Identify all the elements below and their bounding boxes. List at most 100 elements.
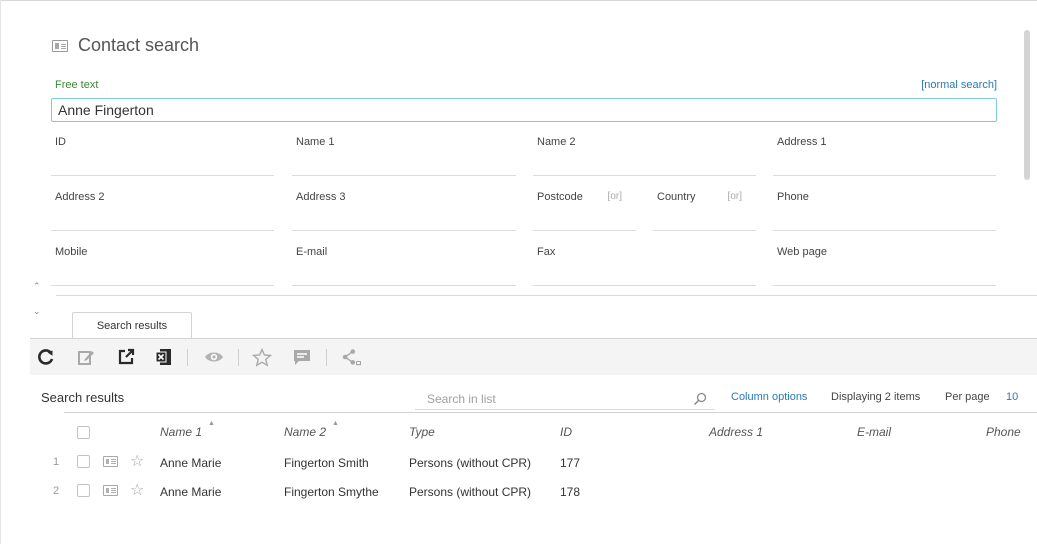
per-page-selector[interactable]: 10	[1006, 391, 1018, 403]
toolbar-separator	[187, 349, 188, 366]
contact-card-icon[interactable]	[103, 485, 118, 496]
postcode-field-label: Postcode	[537, 191, 583, 203]
postcode-or-toggle[interactable]: [or]	[608, 191, 622, 202]
name2-field[interactable]: Name 2	[533, 136, 756, 176]
cell-name2: Fingerton Smythe	[284, 485, 379, 499]
mobile-field[interactable]: Mobile	[51, 246, 274, 286]
field-underline	[773, 175, 996, 176]
select-all-checkbox[interactable]	[77, 426, 90, 439]
list-search-input[interactable]	[415, 388, 715, 410]
address3-field[interactable]: Address 3	[292, 191, 516, 231]
column-header-phone[interactable]: Phone	[986, 425, 1021, 439]
address3-field-label: Address 3	[296, 191, 346, 203]
country-or-toggle[interactable]: [or]	[728, 191, 742, 202]
sort-caret-icon: ▲	[332, 420, 339, 427]
expand-down-chevron-icon[interactable]: ⌄	[33, 306, 41, 317]
sort-caret-icon: ▲	[208, 420, 215, 427]
column-header-email[interactable]: E-mail	[857, 425, 891, 439]
cell-id: 178	[560, 485, 581, 499]
cell-name2: Fingerton Smith	[284, 456, 369, 470]
open-external-icon[interactable]	[116, 347, 136, 367]
row-checkbox[interactable]	[77, 455, 90, 468]
cell-id: 177	[560, 456, 581, 470]
field-underline	[533, 285, 756, 286]
id-field-label: ID	[55, 136, 66, 148]
fax-field[interactable]: Fax	[533, 246, 756, 286]
window-top-border	[0, 0, 1037, 1]
search-icon[interactable]	[692, 391, 708, 407]
name1-field[interactable]: Name 1	[292, 136, 516, 176]
toolbar-separator	[326, 349, 327, 366]
address1-field-label: Address 1	[777, 136, 827, 148]
field-underline	[533, 230, 636, 231]
country-field-label: Country	[657, 191, 696, 203]
cell-type: Persons (without CPR)	[409, 485, 532, 499]
row-number: 1	[53, 456, 60, 468]
country-field[interactable]: Country [or]	[653, 191, 756, 231]
free-text-input[interactable]	[51, 98, 997, 122]
postcode-field[interactable]: Postcode [or]	[533, 191, 636, 231]
field-underline	[51, 175, 274, 176]
address1-field[interactable]: Address 1	[773, 136, 996, 176]
column-header-address1[interactable]: Address 1	[709, 425, 763, 439]
message-icon[interactable]	[292, 347, 312, 367]
field-underline	[533, 175, 756, 176]
field-underline	[292, 285, 516, 286]
field-underline	[51, 230, 274, 231]
address2-field-label: Address 2	[55, 191, 105, 203]
phone-field[interactable]: Phone	[773, 191, 996, 231]
results-title: Search results	[41, 390, 125, 405]
favorite-icon[interactable]	[252, 347, 272, 367]
column-options-link[interactable]: Column options	[731, 391, 807, 403]
column-header-name1[interactable]: Name 1 ▲	[160, 420, 215, 439]
contact-card-icon[interactable]	[103, 456, 118, 467]
cell-type: Persons (without CPR)	[409, 456, 532, 470]
per-page-label: Per page	[945, 391, 990, 403]
name2-field-label: Name 2	[537, 136, 576, 148]
email-field-label: E-mail	[296, 246, 328, 258]
refresh-icon[interactable]	[36, 347, 56, 367]
phone-field-label: Phone	[777, 191, 809, 203]
field-underline	[773, 230, 996, 231]
webpage-field-label: Web page	[777, 246, 827, 258]
fax-field-label: Fax	[537, 246, 556, 258]
displaying-count: Displaying 2 items	[831, 391, 921, 403]
column-header-label: Name 1	[160, 425, 203, 439]
column-header-label: Name 2	[284, 425, 327, 439]
star-icon[interactable]: ☆	[130, 454, 144, 470]
column-header-name2[interactable]: Name 2 ▲	[284, 420, 339, 439]
tab-search-results[interactable]: Search results	[72, 312, 192, 339]
name1-field-label: Name 1	[296, 136, 335, 148]
id-field[interactable]: ID	[51, 136, 274, 176]
cell-name1: Anne Marie	[160, 456, 222, 470]
column-header-id[interactable]: ID	[560, 425, 572, 439]
panel-divider	[56, 295, 1037, 296]
window-left-border	[0, 0, 1, 544]
field-underline	[773, 285, 996, 286]
results-toolbar	[30, 339, 1037, 375]
collapse-up-chevron-icon[interactable]: ⌃	[33, 281, 41, 292]
row-number: 2	[53, 485, 60, 497]
cell-name1: Anne Marie	[160, 485, 222, 499]
address2-field[interactable]: Address 2	[51, 191, 274, 231]
results-header-divider	[64, 412, 1037, 413]
field-underline	[653, 230, 756, 231]
webpage-field[interactable]: Web page	[773, 246, 996, 286]
row-checkbox[interactable]	[77, 484, 90, 497]
column-header-type[interactable]: Type	[409, 425, 435, 439]
toolbar-separator	[238, 349, 239, 366]
share-icon[interactable]	[342, 347, 362, 367]
contact-card-icon	[52, 39, 68, 52]
panel-title-text: Contact search	[78, 35, 200, 55]
view-icon[interactable]	[204, 347, 224, 367]
star-icon[interactable]: ☆	[130, 483, 144, 499]
field-underline	[292, 230, 516, 231]
field-underline	[292, 175, 516, 176]
excel-export-icon[interactable]	[154, 347, 174, 367]
email-field[interactable]: E-mail	[292, 246, 516, 286]
normal-search-link[interactable]: [normal search]	[921, 79, 997, 91]
panel-scrollbar[interactable]	[1024, 30, 1030, 180]
mobile-field-label: Mobile	[55, 246, 88, 258]
free-text-label: Free text	[55, 79, 99, 91]
edit-icon[interactable]	[76, 347, 96, 367]
